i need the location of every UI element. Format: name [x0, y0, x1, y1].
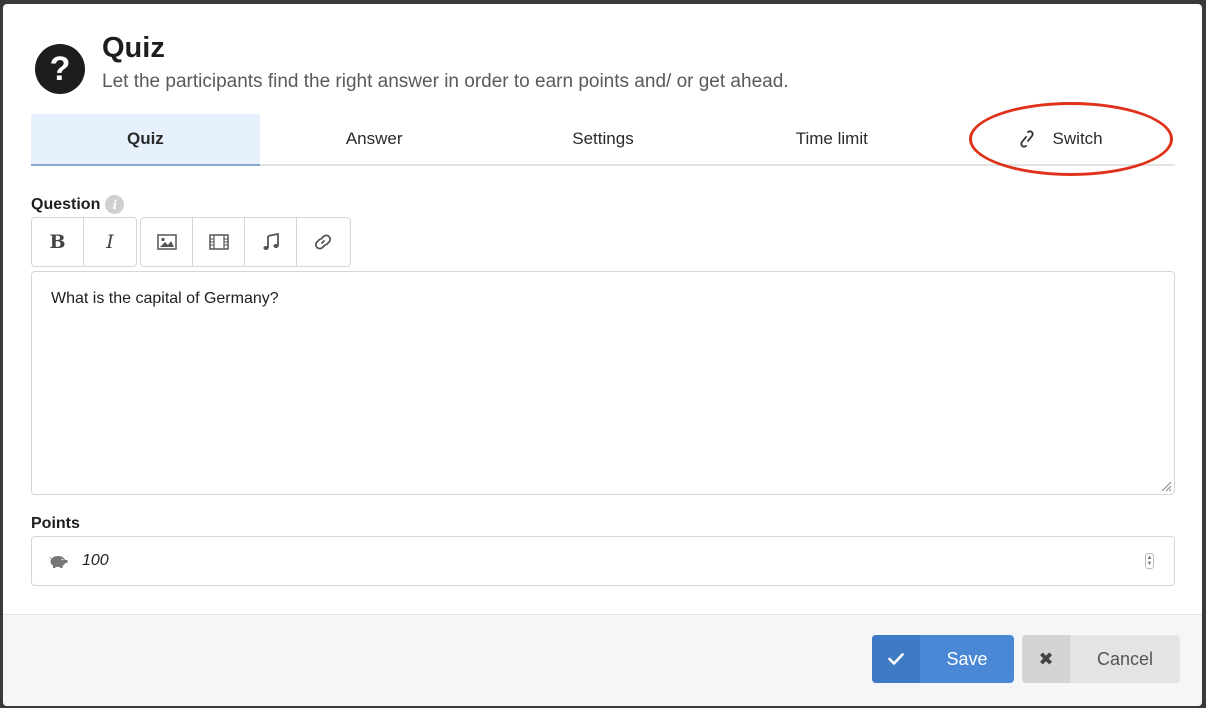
tab-settings-label: Settings	[572, 129, 634, 148]
tab-switch[interactable]: Switch	[946, 114, 1175, 164]
dialog-subtitle: Let the participants find the right answ…	[102, 71, 789, 92]
question-textarea[interactable]: What is the capital of Germany?	[31, 271, 1175, 495]
piggy-bank-icon	[49, 556, 68, 568]
close-icon: ✖	[1022, 635, 1070, 683]
points-value: 100	[82, 552, 109, 569]
info-glyph: i	[112, 197, 118, 212]
tab-switch-label: Switch	[1052, 129, 1103, 148]
resize-grip-icon[interactable]	[1160, 480, 1172, 492]
close-glyph: ✖	[1038, 648, 1054, 669]
save-button[interactable]: Save	[872, 635, 1014, 683]
media-toolbar	[140, 217, 351, 267]
check-icon	[872, 635, 920, 683]
image-icon	[156, 234, 177, 250]
tab-quiz-label: Quiz	[126, 129, 164, 148]
tab-answer-label: Answer	[345, 129, 403, 148]
cancel-label: Cancel	[1096, 648, 1154, 669]
film-icon	[208, 234, 229, 250]
info-icon[interactable]: i	[105, 195, 125, 214]
tab-time-limit[interactable]: Time limit	[717, 114, 946, 164]
question-label-text: Question	[31, 195, 101, 213]
tab-bar: Quiz Answer Settings Time limit Switch	[31, 114, 1175, 166]
insert-video-button[interactable]	[193, 218, 245, 266]
tab-quiz[interactable]: Quiz	[31, 114, 260, 166]
insert-link-button[interactable]	[297, 218, 349, 266]
tab-time-limit-label: Time limit	[795, 129, 868, 148]
points-label: Points	[31, 515, 80, 533]
italic-button[interactable]: I	[84, 218, 136, 266]
tab-settings[interactable]: Settings	[489, 114, 718, 164]
insert-audio-button[interactable]	[245, 218, 297, 266]
question-mark-glyph: ?	[49, 49, 71, 88]
dialog-footer: Save ✖ Cancel	[3, 614, 1202, 706]
bold-button[interactable]: B	[32, 218, 84, 266]
question-label: Question i	[31, 195, 125, 214]
spinner-down-icon[interactable]: ▼	[1147, 561, 1153, 567]
link-icon	[314, 234, 332, 250]
save-label: Save	[946, 648, 988, 669]
dialog-title: Quiz	[102, 32, 165, 64]
cancel-button[interactable]: ✖ Cancel	[1022, 635, 1180, 683]
insert-image-button[interactable]	[141, 218, 193, 266]
question-text: What is the capital of Germany?	[51, 290, 279, 307]
question-mark-icon: ?	[35, 44, 85, 94]
points-input[interactable]: 100 ▲ ▼	[31, 536, 1175, 586]
quiz-dialog: ? Quiz Let the participants find the rig…	[3, 4, 1202, 706]
link-icon	[1020, 130, 1034, 148]
text-format-toolbar: B I	[31, 217, 137, 267]
number-spinner[interactable]: ▲ ▼	[1145, 553, 1154, 569]
music-icon	[262, 233, 279, 250]
points-label-text: Points	[31, 515, 80, 532]
tab-answer[interactable]: Answer	[260, 114, 489, 164]
